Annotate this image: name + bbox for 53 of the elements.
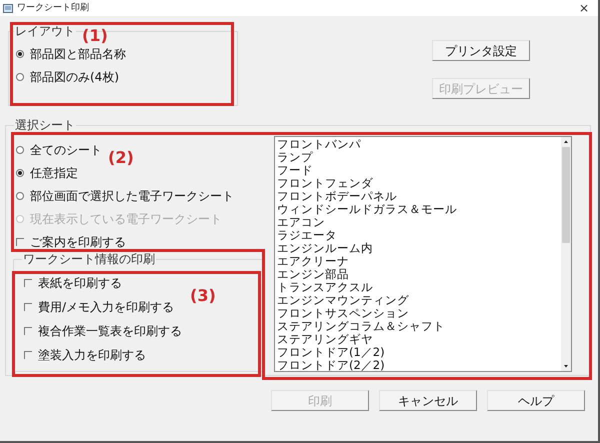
dialog-button[interactable]: ヘルプ — [487, 390, 585, 411]
radio-label: 現在表示している電子ワークシート — [30, 210, 222, 228]
radio-button[interactable] — [16, 146, 24, 154]
annotation-label: (1) — [82, 25, 108, 47]
checkbox-label: 費用/メモ入力を印刷する — [38, 299, 174, 316]
radio-button[interactable] — [16, 168, 24, 176]
list-item[interactable]: フロントサスペンション — [277, 307, 561, 320]
radio-button[interactable] — [16, 192, 24, 200]
list-item[interactable]: エアコン — [277, 216, 561, 229]
sheet-list[interactable]: フロントバンパ ランプ フード フロントフェンダ フロントボデーパネル ウィンドシールドガラス＆モール エアコン ラジエータ エンジンルーム内 エアクリーナ エンジン部品 トランスアクスル エンジンマウンティング フロントサスペンション ステアリングコラム＆シャフト ステアリングギヤ フロントドア(1／2) フロントドア(2／2) — [274, 136, 572, 372]
checkbox[interactable] — [24, 327, 32, 335]
checkbox[interactable] — [24, 279, 32, 287]
list-item[interactable]: ステアリングコラム＆シャフト — [277, 320, 561, 333]
dialog-button[interactable]: キャンセル — [379, 390, 477, 411]
checkbox[interactable] — [16, 238, 24, 246]
checkbox[interactable] — [24, 303, 32, 311]
list-item[interactable]: ラジエータ — [277, 229, 561, 242]
dialog-button[interactable]: プリンタ設定 — [432, 40, 530, 61]
radio-label: 全てのシート — [30, 142, 102, 158]
list-item[interactable]: ステアリングギヤ — [277, 333, 561, 346]
checkbox-label: 複合作業一覧表を印刷する — [38, 323, 182, 340]
list-item[interactable]: エンジン部品 — [277, 268, 561, 281]
list-item[interactable]: フロントドア(1／2) — [277, 346, 561, 359]
group-title: レイアウト — [14, 23, 76, 40]
radio-button[interactable] — [16, 50, 24, 58]
radio-label: 部品図と部品名称 — [30, 46, 126, 62]
radio-label: 部位画面で選択した電子ワークシート — [30, 188, 234, 204]
list-item[interactable]: ウィンドシールドガラス＆モール — [277, 203, 561, 216]
list-item[interactable]: エンジンルーム内 — [277, 242, 561, 255]
list-item[interactable]: フロントバンパ — [277, 138, 561, 151]
window-title: ワークシート印刷 — [17, 4, 89, 12]
group-title: 選択シート — [14, 117, 76, 134]
annotation-label: (2) — [108, 147, 134, 169]
list-item[interactable]: エアクリーナ — [277, 255, 561, 268]
close-button[interactable]: × — [578, 2, 589, 14]
checkbox[interactable] — [24, 351, 32, 359]
list-item[interactable]: フロントドア(2／2) — [277, 359, 561, 372]
app-icon — [3, 4, 13, 12]
list-item[interactable]: フロントボデーパネル — [277, 190, 561, 203]
list-item[interactable]: フード — [277, 164, 561, 177]
checkbox-label: ご案内を印刷する — [30, 234, 126, 251]
checkbox-label: 表紙を印刷する — [38, 275, 122, 292]
annotation-label: (3) — [190, 285, 216, 307]
list-item[interactable]: トランスアクスル — [277, 281, 561, 294]
group-title: ワークシート情報の印刷 — [22, 251, 156, 268]
radio-label: 部品図のみ(4枚) — [30, 68, 119, 86]
radio-label: 任意指定 — [30, 164, 78, 182]
checkbox-label: 塗装入力を印刷する — [38, 347, 146, 364]
list-item[interactable]: ランプ — [277, 151, 561, 164]
radio-button[interactable] — [16, 72, 24, 80]
list-item[interactable]: フロントフェンダ — [277, 177, 561, 190]
scrollbar[interactable] — [561, 137, 571, 371]
list-item[interactable]: エンジンマウンティング — [277, 294, 561, 307]
